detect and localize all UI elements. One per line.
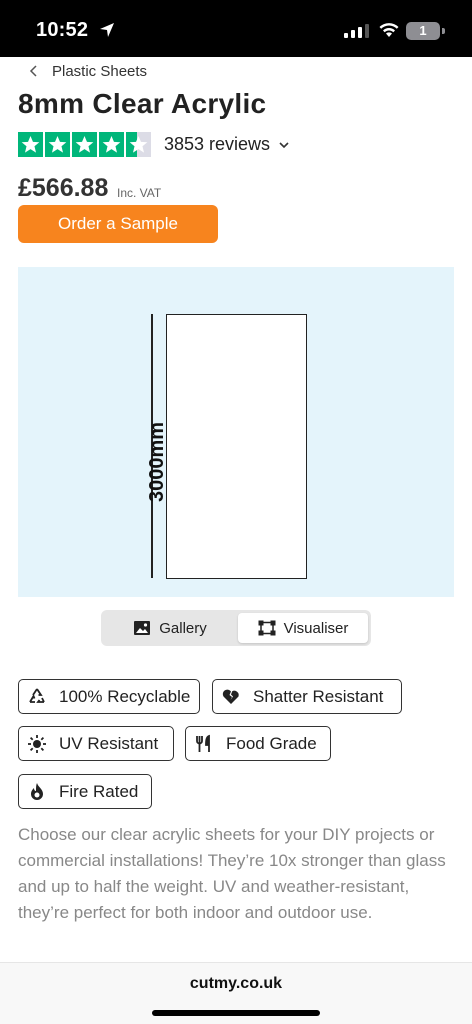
wifi-icon (379, 23, 399, 37)
star-icon (45, 132, 70, 157)
product-visualiser: 3000mm (18, 267, 454, 597)
status-bar: 10:52 1 (0, 0, 472, 57)
chevron-down-icon (279, 141, 289, 148)
feature-chip-uv-resistant: UV Resistant (18, 726, 174, 761)
feature-chip-fire-rated: Fire Rated (18, 774, 152, 809)
home-indicator[interactable] (152, 1010, 320, 1016)
feature-label: UV Resistant (59, 733, 159, 753)
rating-stars[interactable] (18, 132, 153, 157)
cutlery-icon (196, 734, 210, 752)
feature-label: Shatter Resistant (253, 686, 384, 706)
tab-gallery[interactable]: Gallery (105, 613, 235, 643)
recycle-icon (29, 688, 45, 703)
broken-heart-icon (222, 689, 239, 704)
breadcrumb[interactable]: Plastic Sheets (28, 61, 147, 81)
browser-url-bar[interactable]: cutmy.co.uk (0, 962, 472, 1024)
sun-icon (28, 734, 46, 753)
vector-square-icon (258, 620, 276, 636)
feature-chip-shatter-resistant: Shatter Resistant (212, 679, 402, 714)
feature-label: Fire Rated (59, 781, 139, 801)
url-text[interactable]: cutmy.co.uk (0, 975, 472, 993)
half-star-icon (126, 132, 151, 157)
sheet-preview (166, 314, 307, 579)
tab-visualiser-label: Visualiser (283, 619, 349, 637)
star-icon (99, 132, 124, 157)
vat-note: Inc. VAT (117, 186, 162, 200)
battery-level: 1 (419, 23, 427, 38)
view-toggle: Gallery Visualiser (101, 610, 371, 646)
star-icon (72, 132, 97, 157)
star-icon (18, 132, 43, 157)
battery-icon: 1 (406, 22, 440, 40)
reviews-dropdown[interactable]: 3853 reviews (164, 134, 290, 155)
price: £566.88 (18, 174, 109, 202)
feature-chip-food-grade: Food Grade (185, 726, 331, 761)
flame-icon (31, 782, 43, 800)
signal-icon (344, 24, 369, 38)
feature-label: 100% Recyclable (59, 686, 191, 706)
status-time: 10:52 (36, 19, 89, 41)
product-description: Choose our clear acrylic sheets for your… (18, 825, 446, 922)
breadcrumb-label[interactable]: Plastic Sheets (52, 63, 147, 80)
tab-visualiser[interactable]: Visualiser (238, 613, 368, 643)
page-title: 8mm Clear Acrylic (18, 88, 267, 119)
location-arrow-icon (100, 23, 114, 37)
feature-chip-recyclable: 100% Recyclable (18, 679, 200, 714)
reviews-count: 3853 reviews (164, 134, 271, 154)
feature-label: Food Grade (226, 733, 317, 753)
order-sample-button[interactable]: Order a Sample (18, 205, 218, 243)
image-icon (134, 621, 151, 635)
chevron-left-icon (29, 65, 37, 77)
battery-nub (442, 28, 445, 34)
tab-gallery-label: Gallery (159, 619, 207, 637)
